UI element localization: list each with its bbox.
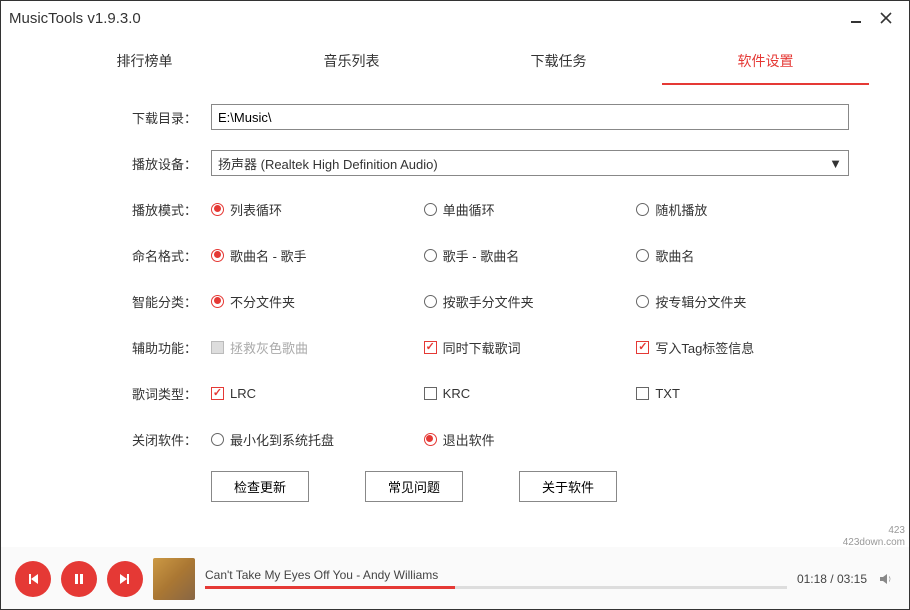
lyric-type-label: 歌词类型： [121,384,211,403]
checkbox-icon [211,341,224,354]
next-icon [118,572,132,586]
aux-label: 辅助功能： [121,338,211,357]
radio-icon [211,295,224,308]
naming-artist-song[interactable]: 歌手 - 歌曲名 [424,246,637,265]
checkbox-icon [636,387,649,400]
radio-icon [424,203,437,216]
naming-song-artist[interactable]: 歌曲名 - 歌手 [211,246,424,265]
smart-sort-label: 智能分类： [121,292,211,311]
prev-track-button[interactable] [15,561,51,597]
download-dir-label: 下载目录： [121,108,211,127]
close-button[interactable] [871,6,901,30]
radio-icon [211,249,224,262]
playback-device-value: 扬声器 (Realtek High Definition Audio) [218,154,438,173]
next-track-button[interactable] [107,561,143,597]
tab-download-tasks[interactable]: 下载任务 [455,43,662,85]
prev-icon [26,572,40,586]
radio-icon [211,433,224,446]
time-display: 01:18 / 03:15 [797,572,867,586]
settings-panel: 下载目录： 播放设备： 扬声器 (Realtek High Definition… [1,85,909,547]
aux-rescue-gray: 拯救灰色歌曲 [211,338,424,357]
playback-device-select[interactable]: 扬声器 (Realtek High Definition Audio) ▼ [211,150,849,176]
player-bar: Can't Take My Eyes Off You - Andy Willia… [1,547,909,609]
lyric-type-txt[interactable]: TXT [636,386,849,401]
naming-song-only[interactable]: 歌曲名 [636,246,849,265]
radio-icon [636,249,649,262]
close-icon [880,12,892,24]
chevron-down-icon: ▼ [829,156,842,171]
tab-ranking[interactable]: 排行榜单 [41,43,248,85]
checkbox-icon [424,341,437,354]
track-title: Can't Take My Eyes Off You - Andy Willia… [205,568,787,582]
on-close-label: 关闭软件： [121,430,211,449]
faq-button[interactable]: 常见问题 [365,471,463,502]
volume-button[interactable] [877,570,895,588]
on-close-exit[interactable]: 退出软件 [424,430,849,449]
minimize-icon [850,12,862,24]
checkbox-icon [211,387,224,400]
pause-icon [72,572,86,586]
aux-write-tags[interactable]: 写入Tag标签信息 [636,338,849,357]
download-dir-input[interactable] [211,104,849,130]
radio-icon [636,295,649,308]
progress-fill [205,586,455,589]
app-window: MusicTools v1.9.3.0 排行榜单 音乐列表 下载任务 软件设置 … [0,0,910,610]
about-button[interactable]: 关于软件 [519,471,617,502]
radio-icon [211,203,224,216]
radio-icon [424,249,437,262]
smart-sort-by-artist[interactable]: 按歌手分文件夹 [424,292,637,311]
radio-icon [424,295,437,308]
play-mode-shuffle[interactable]: 随机播放 [636,200,849,219]
play-mode-single-loop[interactable]: 单曲循环 [424,200,637,219]
volume-icon [878,571,894,587]
play-mode-list-loop[interactable]: 列表循环 [211,200,424,219]
radio-icon [424,433,437,446]
on-close-minimize[interactable]: 最小化到系统托盘 [211,430,424,449]
smart-sort-none[interactable]: 不分文件夹 [211,292,424,311]
smart-sort-by-album[interactable]: 按专辑分文件夹 [636,292,849,311]
checkbox-icon [424,387,437,400]
album-art [153,558,195,600]
check-update-button[interactable]: 检查更新 [211,471,309,502]
play-mode-label: 播放模式： [121,200,211,219]
tab-settings[interactable]: 软件设置 [662,43,869,85]
tab-bar: 排行榜单 音乐列表 下载任务 软件设置 [1,43,909,85]
naming-label: 命名格式： [121,246,211,265]
radio-icon [636,203,649,216]
checkbox-icon [636,341,649,354]
progress-bar[interactable] [205,586,787,589]
tab-music-list[interactable]: 音乐列表 [248,43,455,85]
playback-device-label: 播放设备： [121,154,211,173]
pause-button[interactable] [61,561,97,597]
lyric-type-krc[interactable]: KRC [424,386,637,401]
minimize-button[interactable] [841,6,871,30]
lyric-type-lrc[interactable]: LRC [211,386,424,401]
aux-download-lyrics[interactable]: 同时下载歌词 [424,338,637,357]
titlebar: MusicTools v1.9.3.0 [1,1,909,35]
watermark: 423 423down.com [843,525,905,549]
window-title: MusicTools v1.9.3.0 [9,10,141,27]
